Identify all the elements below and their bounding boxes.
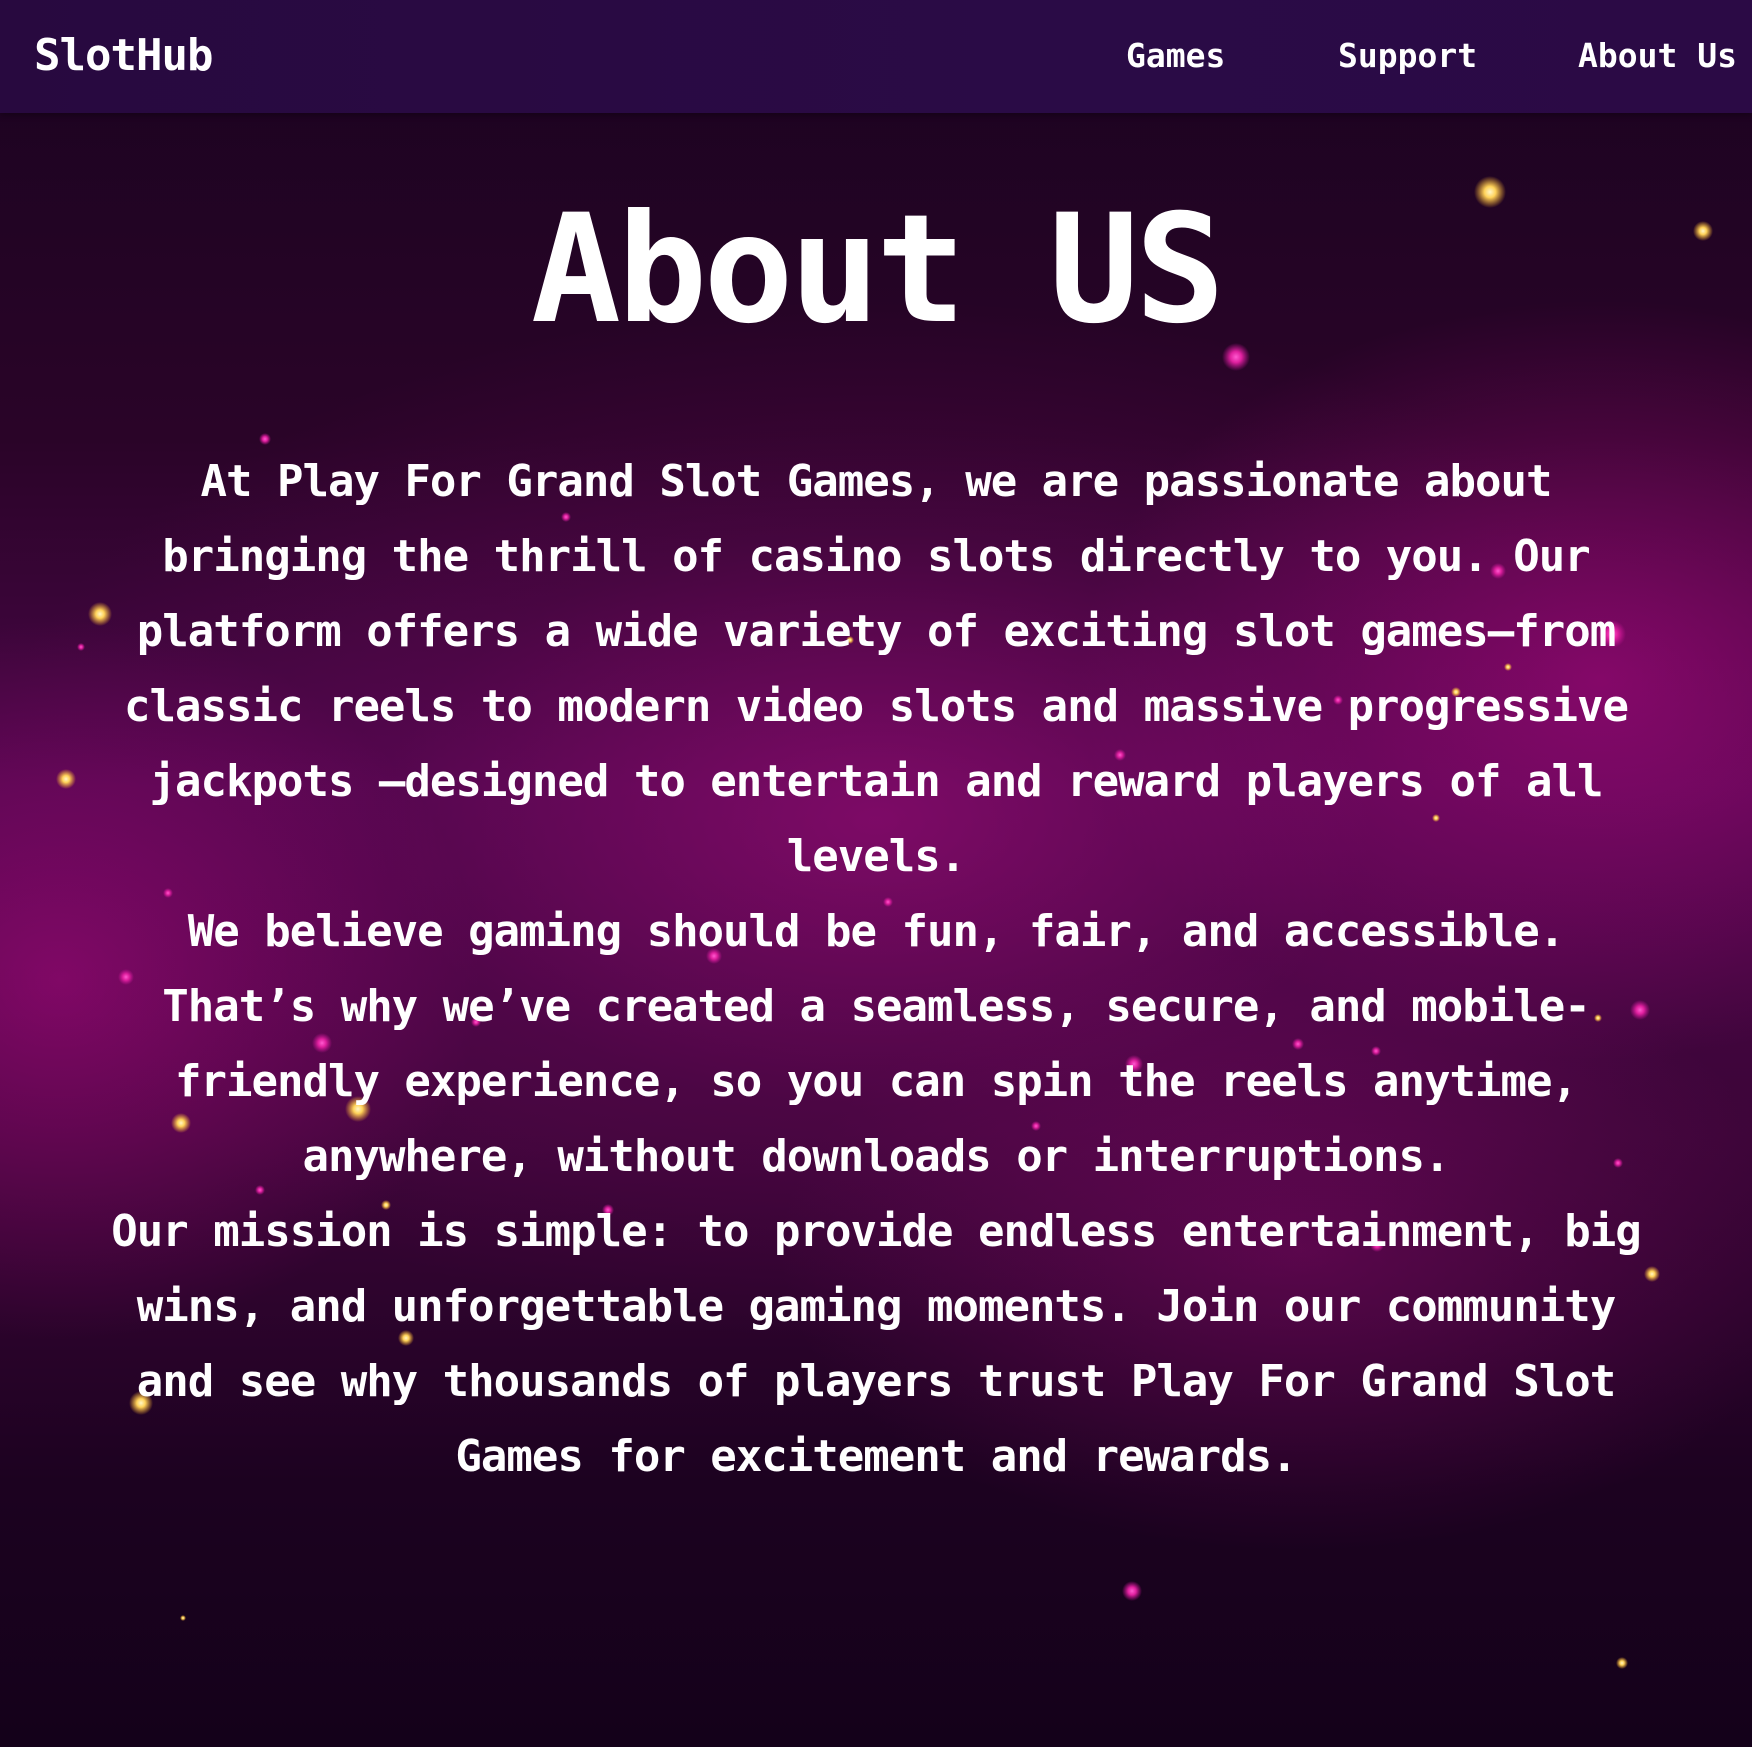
about-content: At Play For Grand Slot Games, we are pas… <box>100 444 1652 1494</box>
gold-particle <box>1616 1657 1628 1669</box>
gold-particle <box>180 1615 186 1621</box>
nav-link-games[interactable]: Games <box>1126 34 1225 78</box>
about-paragraph-intro: At Play For Grand Slot Games, we are pas… <box>124 456 1629 882</box>
pink-particle <box>1222 343 1250 371</box>
top-navbar: SlotHub Games Support About Us <box>0 0 1752 113</box>
about-paragraph-mission: Our mission is simple: to provide endles… <box>111 1206 1641 1482</box>
page-title: About US <box>530 183 1225 357</box>
pink-particle <box>77 643 85 651</box>
nav-link-support[interactable]: Support <box>1338 34 1477 78</box>
gold-particle <box>56 769 76 789</box>
pink-particle <box>1122 1581 1142 1601</box>
nav-link-about-us[interactable]: About Us <box>1578 34 1737 78</box>
site-logo[interactable]: SlotHub <box>34 28 213 84</box>
about-paragraph-belief: We believe gaming should be fun, fair, a… <box>162 906 1590 1182</box>
